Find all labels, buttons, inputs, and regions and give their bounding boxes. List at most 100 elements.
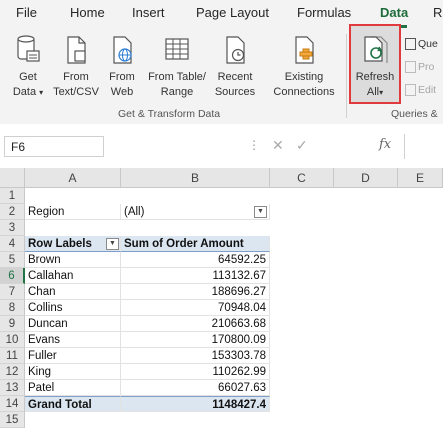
from-text-label-2: Text/CSV bbox=[53, 86, 99, 98]
pivot-row-label[interactable]: King bbox=[25, 364, 121, 380]
row-header[interactable]: 12 bbox=[0, 364, 25, 380]
ribbon: Get Data ▾ From Text/CSV From Web From T… bbox=[0, 24, 443, 125]
from-text-csv-button[interactable]: From Text/CSV bbox=[52, 32, 100, 100]
row-labels-text: Row Labels bbox=[28, 238, 92, 250]
enter-icon[interactable]: ✓ bbox=[296, 137, 308, 154]
pivot-row-value[interactable]: 188696.27 bbox=[121, 284, 270, 300]
insert-function-button[interactable]: fx bbox=[379, 137, 391, 152]
from-table-label-1: From Table/ bbox=[148, 71, 206, 83]
column-header-a[interactable]: A bbox=[25, 168, 121, 188]
pivot-row-value[interactable]: 110262.99 bbox=[121, 364, 270, 380]
tab-review[interactable]: R bbox=[433, 5, 442, 20]
row-header[interactable]: 5 bbox=[0, 252, 25, 268]
filter-dropdown-icon[interactable]: ▼ bbox=[254, 206, 267, 218]
queries-icon bbox=[405, 38, 416, 51]
group-label-queries: Queries & bbox=[391, 108, 438, 120]
pivot-row-label[interactable]: Callahan bbox=[25, 268, 121, 284]
name-box[interactable]: F6 bbox=[4, 136, 104, 157]
row-header[interactable]: 8 bbox=[0, 300, 25, 316]
pivot-filter-value[interactable]: (All) bbox=[121, 204, 270, 220]
get-data-button[interactable]: Get Data ▾ bbox=[6, 32, 50, 100]
formula-bar: F6 ⋮ ✕ ✓ fx bbox=[0, 124, 443, 168]
row-header[interactable]: 11 bbox=[0, 348, 25, 364]
refresh-all-label-2: All bbox=[366, 86, 380, 98]
from-web-label-2: Web bbox=[110, 86, 134, 98]
from-table-range-button[interactable]: From Table/ Range bbox=[143, 32, 211, 100]
pivot-row-value[interactable]: 170800.09 bbox=[121, 332, 270, 348]
row-header[interactable]: 2 bbox=[0, 204, 25, 220]
properties-icon bbox=[405, 61, 416, 74]
tab-page-layout[interactable]: Page Layout bbox=[196, 5, 269, 20]
pivot-row-label[interactable]: Evans bbox=[25, 332, 121, 348]
existing-connections-label-2: Connections bbox=[273, 86, 335, 98]
pivot-row-value[interactable]: 70948.04 bbox=[121, 300, 270, 316]
tab-formulas[interactable]: Formulas bbox=[297, 5, 351, 20]
row-header[interactable]: 3 bbox=[0, 220, 25, 236]
grand-total-label[interactable]: Grand Total bbox=[25, 396, 121, 412]
existing-connections-button[interactable]: Existing Connections bbox=[266, 32, 342, 100]
refresh-all-button[interactable]: Refresh All▾ bbox=[352, 32, 398, 100]
tab-data[interactable]: Data bbox=[380, 5, 408, 20]
grand-total-value[interactable]: 1148427.4 bbox=[121, 396, 270, 412]
worksheet-grid[interactable]: A B C D E 1 2 3 4 5 6 7 8 9 10 11 12 13 … bbox=[0, 168, 443, 444]
pivot-filter-label[interactable]: Region bbox=[25, 204, 121, 220]
group-label-get-transform: Get & Transform Data bbox=[118, 108, 221, 120]
refresh-all-label-1: Refresh bbox=[355, 71, 395, 83]
chevron-down-icon: ▾ bbox=[39, 88, 44, 97]
web-page-icon bbox=[109, 34, 135, 66]
sum-header[interactable]: Sum of Order Amount bbox=[121, 236, 270, 252]
queries-connections-button[interactable]: Que bbox=[405, 38, 438, 51]
row-header[interactable]: 4 bbox=[0, 236, 25, 252]
connections-icon bbox=[291, 34, 317, 66]
recent-sources-label-2: Sources bbox=[214, 86, 256, 98]
database-icon bbox=[15, 34, 41, 66]
pivot-row-value[interactable]: 113132.67 bbox=[121, 268, 270, 284]
pivot-row-value[interactable]: 153303.78 bbox=[121, 348, 270, 364]
formula-input[interactable] bbox=[404, 134, 443, 159]
row-header[interactable]: 13 bbox=[0, 380, 25, 396]
from-table-label-2: Range bbox=[160, 86, 194, 98]
column-header-e[interactable]: E bbox=[398, 168, 443, 188]
row-labels-dropdown-icon[interactable]: ▼ bbox=[106, 238, 119, 250]
refresh-icon bbox=[362, 34, 388, 66]
select-all-corner[interactable] bbox=[0, 168, 25, 188]
get-data-label-2: Data bbox=[12, 86, 37, 98]
recent-sources-label-1: Recent bbox=[217, 71, 253, 83]
from-text-label-1: From bbox=[63, 71, 89, 83]
pivot-row-label[interactable]: Duncan bbox=[25, 316, 121, 332]
pivot-row-label[interactable]: Patel bbox=[25, 380, 121, 396]
tab-file[interactable]: File bbox=[16, 5, 37, 20]
recent-sources-button[interactable]: Recent Sources bbox=[212, 32, 258, 100]
row-header[interactable]: 1 bbox=[0, 188, 25, 204]
edit-links-button[interactable]: Edit bbox=[405, 84, 436, 97]
tab-home[interactable]: Home bbox=[70, 5, 105, 20]
chevron-down-icon: ▾ bbox=[379, 88, 384, 97]
properties-button[interactable]: Pro bbox=[405, 61, 434, 74]
from-web-button[interactable]: From Web bbox=[103, 32, 141, 100]
recent-file-icon bbox=[222, 34, 248, 66]
row-header[interactable]: 10 bbox=[0, 332, 25, 348]
pivot-row-label[interactable]: Collins bbox=[25, 300, 121, 316]
row-header[interactable]: 9 bbox=[0, 316, 25, 332]
pivot-row-value[interactable]: 210663.68 bbox=[121, 316, 270, 332]
tab-insert[interactable]: Insert bbox=[132, 5, 165, 20]
row-header-selected[interactable]: 6 bbox=[0, 268, 25, 284]
from-web-label-1: From bbox=[109, 71, 135, 83]
column-header-b[interactable]: B bbox=[121, 168, 270, 188]
pivot-row-label[interactable]: Brown bbox=[25, 252, 121, 268]
pivot-row-value[interactable]: 64592.25 bbox=[121, 252, 270, 268]
pivot-row-label[interactable]: Chan bbox=[25, 284, 121, 300]
group-separator bbox=[346, 34, 347, 118]
table-icon bbox=[164, 34, 190, 66]
existing-connections-label-1: Existing bbox=[284, 71, 324, 83]
edit-links-icon bbox=[405, 84, 416, 97]
row-header[interactable]: 7 bbox=[0, 284, 25, 300]
document-icon bbox=[63, 34, 89, 66]
row-header[interactable]: 14 bbox=[0, 396, 25, 412]
pivot-row-label[interactable]: Fuller bbox=[25, 348, 121, 364]
column-header-d[interactable]: D bbox=[334, 168, 398, 188]
column-header-c[interactable]: C bbox=[270, 168, 334, 188]
pivot-row-value[interactable]: 66027.63 bbox=[121, 380, 270, 396]
cancel-icon[interactable]: ✕ bbox=[272, 137, 284, 154]
row-header[interactable]: 15 bbox=[0, 412, 25, 428]
